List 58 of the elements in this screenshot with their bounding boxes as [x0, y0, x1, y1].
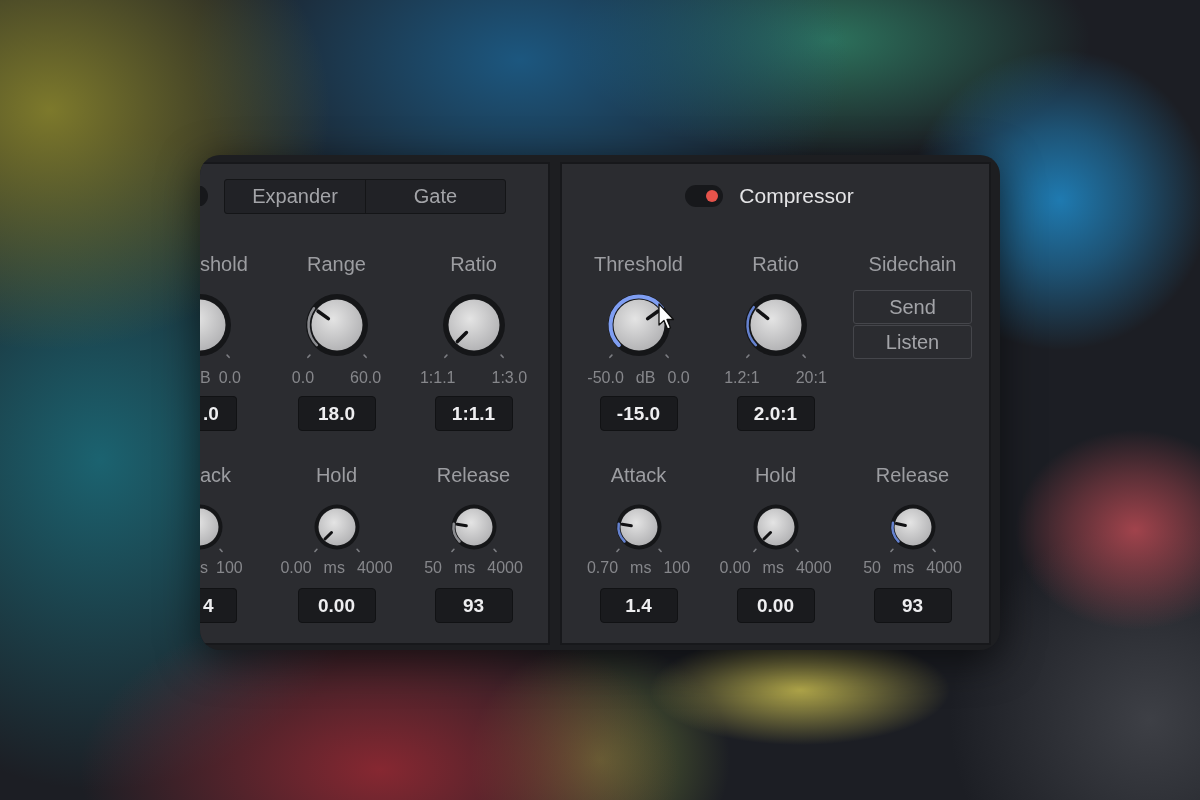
knob-label: Range — [307, 252, 366, 276]
knob-label: Hold — [754, 463, 797, 487]
mode-tab[interactable]: Gate — [365, 179, 505, 213]
scale-max-label: 1:3.0 — [491, 370, 528, 386]
value-field[interactable]: 4 — [200, 588, 237, 623]
power-toggle[interactable] — [685, 185, 724, 207]
sidechain-button[interactable]: Send — [853, 290, 972, 324]
sidechain-button[interactable]: Listen — [853, 325, 972, 359]
knob-label: shold — [200, 252, 248, 276]
scale-unit-label: B — [200, 370, 211, 386]
value-field[interactable]: -15.0 — [599, 396, 678, 431]
value-field[interactable]: 18.0 — [297, 396, 376, 431]
scale-max-label: 60.0 — [350, 370, 382, 386]
knob-label: ack — [200, 463, 232, 487]
value-field[interactable]: 0.00 — [297, 588, 376, 623]
knob-label: Ratio — [450, 252, 497, 276]
power-toggle[interactable] — [200, 186, 208, 206]
knob-label: Attack — [610, 463, 667, 487]
scale-min-label: 0.00 — [719, 560, 751, 576]
scale-max-label: 0.0 — [218, 370, 241, 386]
value-field[interactable]: 2.0:1 — [736, 396, 815, 431]
knob-label: Ratio — [752, 252, 799, 276]
scale-unit-label: ms — [323, 560, 345, 576]
scale-unit-label: dB — [635, 370, 656, 386]
value-field[interactable]: 0.00 — [736, 588, 815, 623]
scale-min-label: 1:1.1 — [419, 370, 456, 386]
scale-unit-label: s — [200, 560, 208, 576]
scale-max-label: 4000 — [926, 560, 962, 576]
scale-min-label: 50 — [863, 560, 881, 576]
scale-min-label: 1.2:1 — [724, 370, 760, 386]
scale-min-label: 0.0 — [291, 370, 315, 386]
scale-max-label: 100 — [663, 560, 691, 576]
scale-min-label: 0.00 — [280, 560, 312, 576]
scale-unit-label: ms — [762, 560, 784, 576]
scale-min-label: 50 — [424, 560, 442, 576]
scale-max-label: 4000 — [487, 560, 523, 576]
value-field[interactable]: 93 — [873, 588, 952, 623]
value-field[interactable]: .0 — [200, 396, 237, 431]
knob-label: Release — [436, 463, 511, 487]
scale-max-label: 20:1 — [795, 370, 827, 386]
section-label: Sidechain — [868, 252, 957, 276]
scale-max-label: 4000 — [795, 560, 832, 576]
scale-unit-label: ms — [892, 560, 915, 576]
value-field[interactable]: 93 — [434, 588, 513, 623]
scale-max-label: 0.0 — [667, 370, 690, 386]
knob-label: Hold — [315, 463, 358, 487]
scale-max-label: 100 — [216, 560, 243, 576]
knob-label: Release — [875, 463, 950, 487]
scale-unit-label: ms — [453, 560, 476, 576]
knob-label: Threshold — [594, 252, 683, 276]
scale-min-label: 0.70 — [586, 560, 619, 576]
scale-min-label: -50.0 — [587, 370, 624, 386]
value-field[interactable]: 1.4 — [599, 588, 678, 623]
panel-title: Compressor — [739, 183, 854, 209]
scale-max-label: 4000 — [356, 560, 393, 576]
mode-tab[interactable]: Expander — [225, 179, 365, 213]
scale-unit-label: ms — [630, 560, 652, 576]
value-field[interactable]: 1:1.1 — [434, 396, 513, 431]
